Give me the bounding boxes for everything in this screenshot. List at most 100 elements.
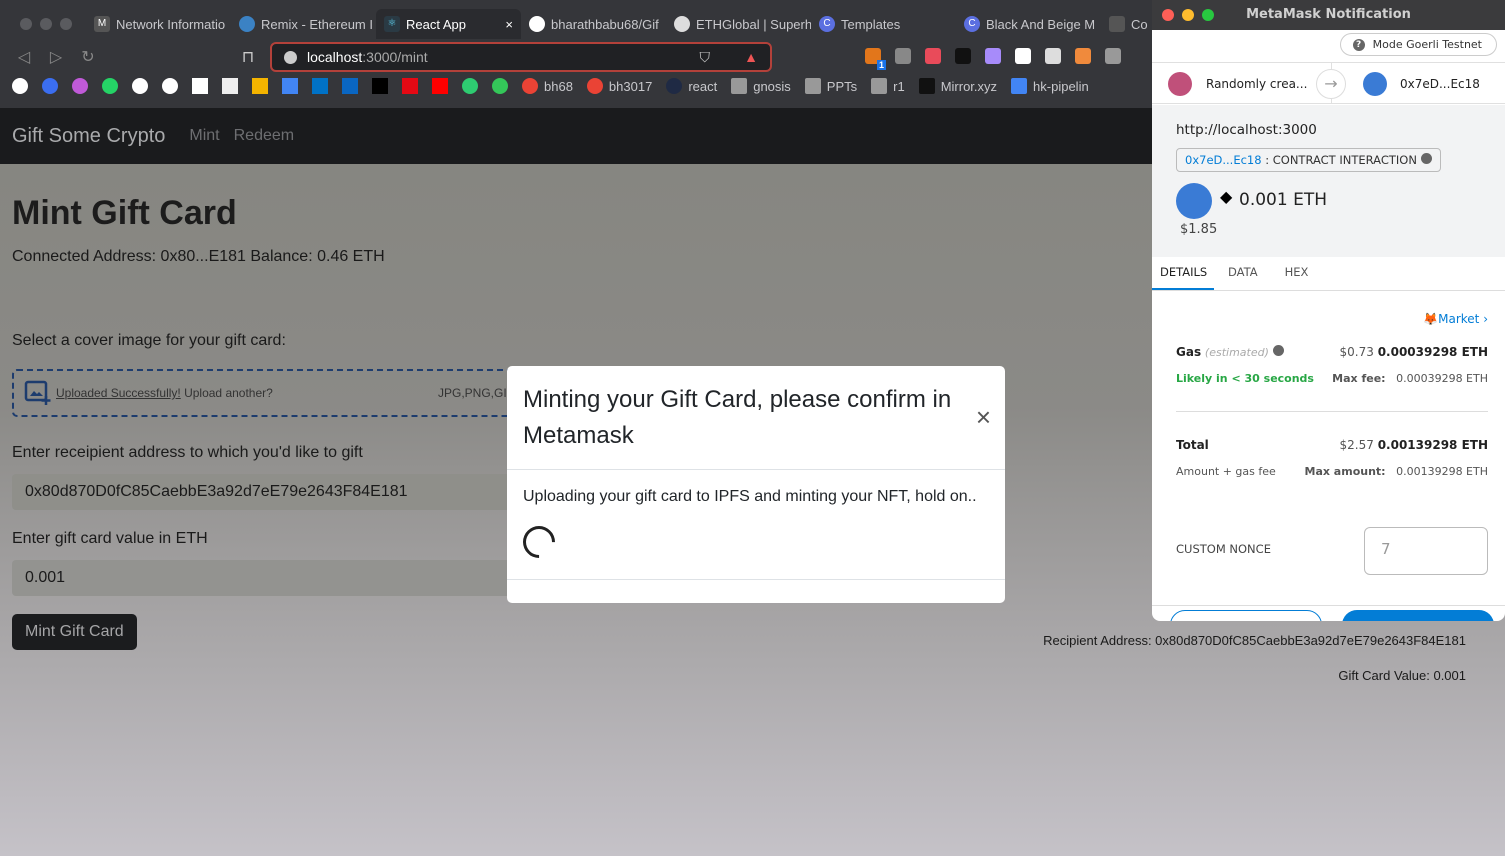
tab-label: bharathbabu68/Gif — [551, 16, 659, 32]
origin-url: http://localhost:3000 — [1176, 122, 1317, 138]
bookmark-bh68[interactable]: bh68 — [522, 78, 573, 94]
modal-message: Uploading your gift card to IPFS and min… — [523, 488, 977, 505]
contract-avatar — [1176, 183, 1212, 219]
upload-success-link[interactable]: Uploaded Successfully! — [56, 386, 181, 400]
extension-badge: 1 — [876, 60, 886, 70]
info-icon[interactable] — [1272, 345, 1284, 356]
bookmark-icon[interactable] — [72, 78, 88, 94]
confirm-button[interactable] — [1342, 610, 1494, 621]
contract-address[interactable]: 0x7eD...Ec18 — [1185, 153, 1262, 167]
brand[interactable]: Gift Some Crypto — [12, 125, 165, 148]
address-bar[interactable]: localhost:3000/mint ⛉ ▲ — [270, 42, 772, 72]
value-input[interactable]: 0.001 — [12, 560, 512, 596]
extension-icon[interactable] — [1105, 48, 1121, 64]
image-dropzone[interactable]: Uploaded Successfully! Upload another? J… — [12, 369, 522, 417]
browser-tab[interactable]: M Network Informatio — [86, 9, 231, 39]
nav-redeem[interactable]: Redeem — [234, 127, 294, 145]
ethereum-icon: ◆ — [1220, 187, 1233, 206]
window-controls[interactable] — [1162, 9, 1214, 21]
likely-time: Likely in < 30 seconds — [1176, 372, 1314, 385]
bookmark-react[interactable]: react — [666, 78, 717, 94]
netflix-icon[interactable] — [402, 78, 418, 94]
browser-tab[interactable]: bharathbabu68/Gif — [521, 9, 666, 39]
x-icon[interactable] — [372, 78, 388, 94]
close-icon[interactable]: × — [976, 404, 991, 430]
window-controls[interactable] — [0, 18, 86, 30]
bookmark-label: Mirror.xyz — [940, 78, 998, 94]
reload-icon[interactable]: ↻ — [72, 47, 104, 67]
notion-icon[interactable] — [192, 78, 208, 94]
browser-tab[interactable]: Co — [1101, 9, 1151, 39]
calendar-icon[interactable] — [282, 78, 298, 94]
analytics-icon[interactable] — [252, 78, 268, 94]
back-icon[interactable]: ◁ — [8, 47, 40, 67]
linkedin-icon[interactable] — [342, 78, 358, 94]
bookmark-icon[interactable] — [42, 78, 58, 94]
extension-icon[interactable] — [1075, 48, 1091, 64]
url-path: :3000/mint — [362, 49, 428, 65]
bookmark-r1[interactable]: r1 — [871, 78, 905, 94]
github-icon[interactable] — [132, 78, 148, 94]
bookmark-gnosis[interactable]: gnosis — [731, 78, 791, 94]
bookmark-mirror[interactable]: Mirror.xyz — [918, 78, 998, 94]
info-icon[interactable] — [1420, 153, 1432, 164]
browser-tab[interactable]: ETHGlobal | Superh — [666, 9, 811, 39]
extension-icon[interactable] — [925, 48, 941, 64]
modal-header: Minting your Gift Card, please confirm i… — [507, 366, 1005, 470]
youtube-icon[interactable] — [432, 78, 448, 94]
tab-details[interactable]: DETAILS — [1152, 257, 1214, 290]
tab-close-icon[interactable]: × — [505, 17, 513, 32]
extension-icon[interactable] — [985, 48, 1001, 64]
browser-tab[interactable]: Remix - Ethereum I — [231, 9, 376, 39]
details-tabs: DETAILS DATA HEX — [1152, 257, 1505, 291]
bookmark-icon[interactable] — [462, 78, 478, 94]
xe-icon[interactable] — [222, 78, 238, 94]
custom-nonce-input[interactable]: 7 — [1364, 527, 1488, 575]
tab-data[interactable]: DATA — [1214, 257, 1269, 290]
tab-hex[interactable]: HEX — [1269, 257, 1320, 290]
extensions: 1 — [865, 48, 1121, 70]
browser-tab[interactable]: C Black And Beige M — [956, 9, 1101, 39]
tab-bar: M Network Informatio Remix - Ethereum I ⚛… — [0, 8, 1160, 40]
page-title: Mint Gift Card — [12, 194, 237, 232]
bookmark-label: bh3017 — [608, 78, 653, 94]
mint-gift-card-button[interactable]: Mint Gift Card — [12, 614, 137, 650]
bookmark-icon[interactable] — [492, 78, 508, 94]
brave-rewards-icon[interactable]: ▲ — [744, 49, 758, 65]
google-icon[interactable] — [162, 78, 178, 94]
market-label: Market — [1438, 312, 1480, 326]
extension-icon[interactable] — [955, 48, 971, 64]
extension-icon[interactable] — [895, 48, 911, 64]
brave-shield-icon[interactable]: ⛉ — [700, 49, 711, 66]
gas-fiat: $0.73 — [1339, 345, 1374, 359]
bookmark-hk-pipeline[interactable]: hk-pipelin — [1011, 78, 1089, 94]
folder-icon — [871, 78, 888, 94]
forward-icon[interactable]: ▷ — [40, 47, 72, 67]
market-button[interactable]: 🦊Market › — [1423, 312, 1488, 326]
bookmark-icon[interactable] — [12, 78, 28, 94]
gas-label: Gas — [1176, 345, 1202, 359]
nav-mint[interactable]: Mint — [189, 127, 219, 145]
bookmarks-bar: bh68 bh3017 react gnosis PPTs r1 Mirror.… — [12, 78, 1089, 94]
bookmark-icon[interactable]: ⊓ — [232, 47, 264, 67]
bookmark-bh3017[interactable]: bh3017 — [586, 78, 653, 94]
extension-icon[interactable] — [1015, 48, 1031, 64]
reject-button[interactable] — [1170, 610, 1322, 621]
metamask-extension-icon[interactable]: 1 — [865, 48, 886, 70]
to-account[interactable]: 0x7eD...Ec18 — [1400, 77, 1480, 91]
from-account[interactable]: Randomly crea... — [1206, 77, 1307, 91]
tab-label: Templates — [841, 16, 901, 32]
browser-tab-active[interactable]: ⚛ React App × — [376, 9, 521, 39]
max-fee-label: Max fee: — [1332, 372, 1386, 385]
tab-label: Network Informatio — [116, 16, 226, 32]
network-selector[interactable]: ? Mode Goerli Testnet — [1339, 33, 1497, 56]
bookmark-ppts[interactable]: PPTs — [804, 78, 857, 94]
outlook-icon[interactable] — [312, 78, 328, 94]
whatsapp-icon[interactable] — [102, 78, 118, 94]
recipient-input[interactable]: 0x80d870D0fC85CaebbE3a92d7eE79e2643F84E1… — [12, 474, 512, 510]
bookmark-label: r1 — [893, 78, 905, 94]
connected-address: Connected Address: 0x80...E181 Balance: … — [12, 248, 385, 265]
arrow-right-icon: → — [1316, 69, 1346, 99]
extension-icon[interactable] — [1045, 48, 1061, 64]
browser-tab[interactable]: C Templates — [811, 9, 956, 39]
